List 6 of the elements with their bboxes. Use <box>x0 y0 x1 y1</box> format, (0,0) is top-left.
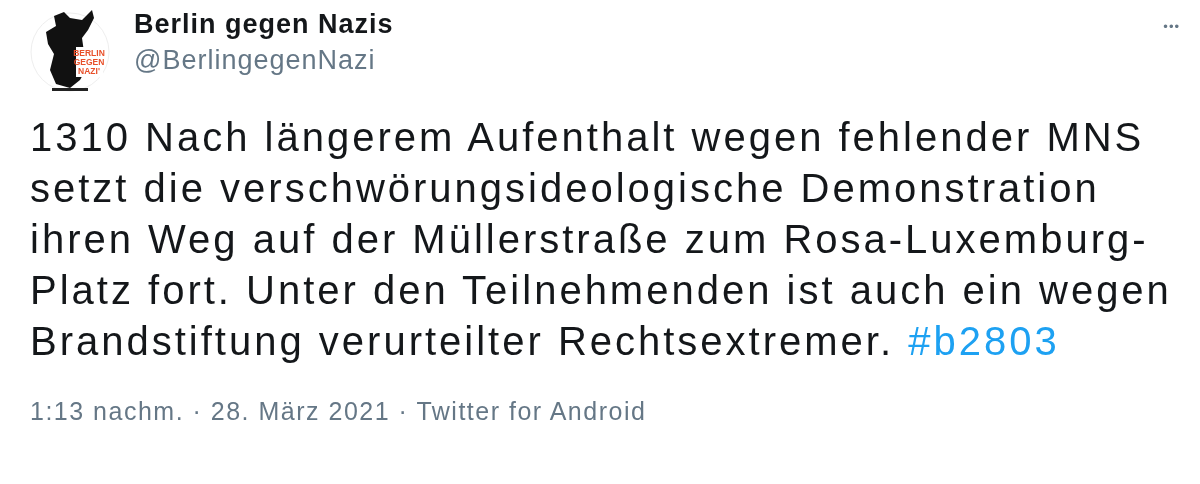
tweet-text: 1310 Nach längerem Aufenthalt wegen fehlender MNS setzt die verschwörungsideologische Demonstration ihren Weg auf der Müllerstraße zum Rosa-Luxemburg-Platz fort. Unter den Teilnehmenden ist auch ein wegen Brandstiftung verurteilter Rechtsextremer. #b2803 <box>30 114 1173 365</box>
account-name[interactable]: Berlin gegen Nazis <box>134 8 1164 41</box>
hashtag-link[interactable]: #b2803 <box>908 319 1060 363</box>
tweet-metadata: 1:13 nachm. · 28. März 2021 · Twitter for Android <box>30 396 648 427</box>
account-handle[interactable]: @BerlingegenNazi <box>134 44 1164 77</box>
more-options-button[interactable]: ••• <box>1163 20 1180 33</box>
